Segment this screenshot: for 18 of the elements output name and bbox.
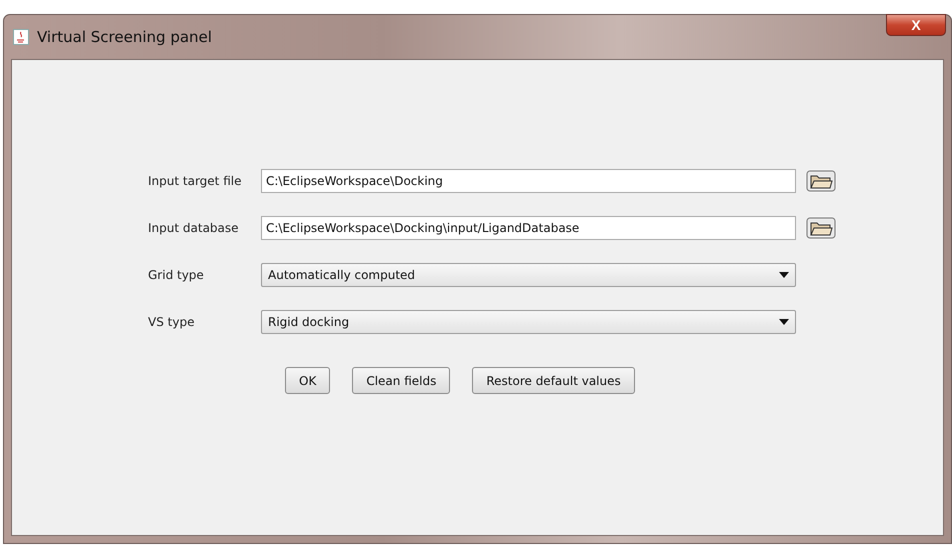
field-label: VS type [148, 315, 196, 329]
window-title: Virtual Screening panel [37, 28, 212, 46]
folder-icon[interactable] [806, 170, 836, 192]
dialog-button[interactable]: Clean fields [352, 367, 450, 394]
app-icon [13, 29, 29, 45]
input-field[interactable]: C:\EclipseWorkspace\Docking [261, 169, 796, 193]
input-field[interactable]: C:\EclipseWorkspace\Docking\input/LigandDatabase [261, 216, 796, 240]
dropdown[interactable]: Automatically computed [261, 263, 796, 287]
folder-icon[interactable] [806, 217, 836, 239]
close-button[interactable]: X [886, 14, 946, 36]
field-label: Input database [148, 221, 240, 235]
dialog-button[interactable]: Restore default values [472, 367, 635, 394]
dropdown-arrow-icon [779, 319, 789, 325]
dropdown[interactable]: Rigid docking [261, 310, 796, 334]
dialog-button[interactable]: OK [285, 367, 330, 394]
dropdown-arrow-icon [779, 272, 789, 278]
field-label: Input target file [148, 174, 242, 188]
field-label: Grid type [148, 268, 205, 282]
